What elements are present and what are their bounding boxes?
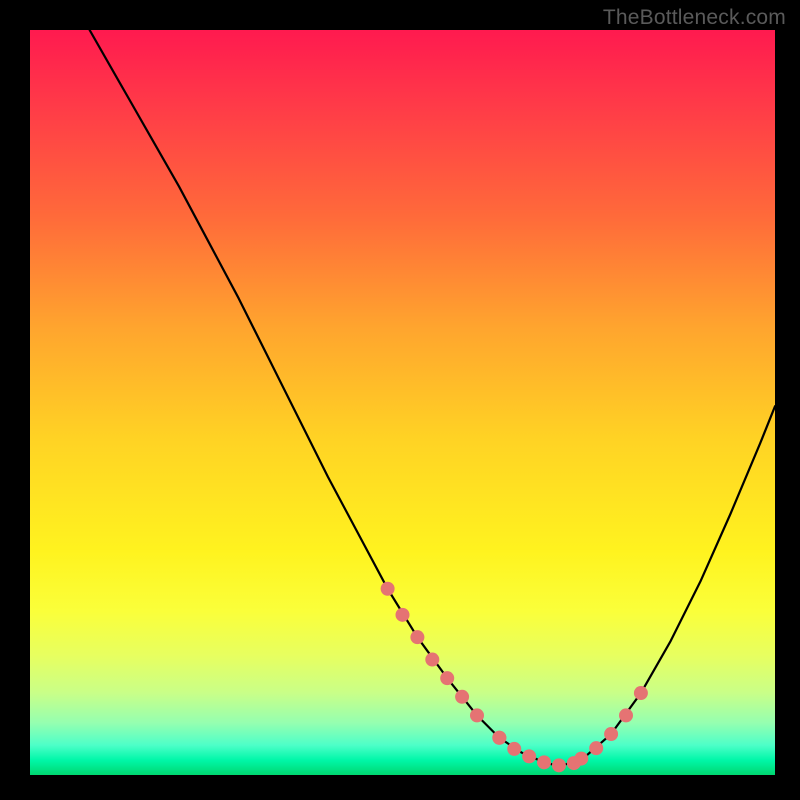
data-point — [440, 671, 454, 685]
data-point — [634, 686, 648, 700]
data-point — [552, 758, 566, 772]
data-point — [589, 741, 603, 755]
curve-svg — [30, 30, 775, 775]
watermark-label: TheBottleneck.com — [603, 6, 786, 30]
data-point — [507, 742, 521, 756]
data-point — [619, 708, 633, 722]
data-point — [381, 582, 395, 596]
data-point — [425, 653, 439, 667]
data-point — [396, 608, 410, 622]
data-point — [492, 731, 506, 745]
data-point — [574, 752, 588, 766]
data-point — [455, 690, 469, 704]
chart-frame: TheBottleneck.com — [0, 0, 800, 800]
data-point — [537, 755, 551, 769]
data-point — [410, 630, 424, 644]
data-point — [522, 749, 536, 763]
data-point — [604, 727, 618, 741]
plot-area — [30, 30, 775, 775]
data-point — [470, 708, 484, 722]
